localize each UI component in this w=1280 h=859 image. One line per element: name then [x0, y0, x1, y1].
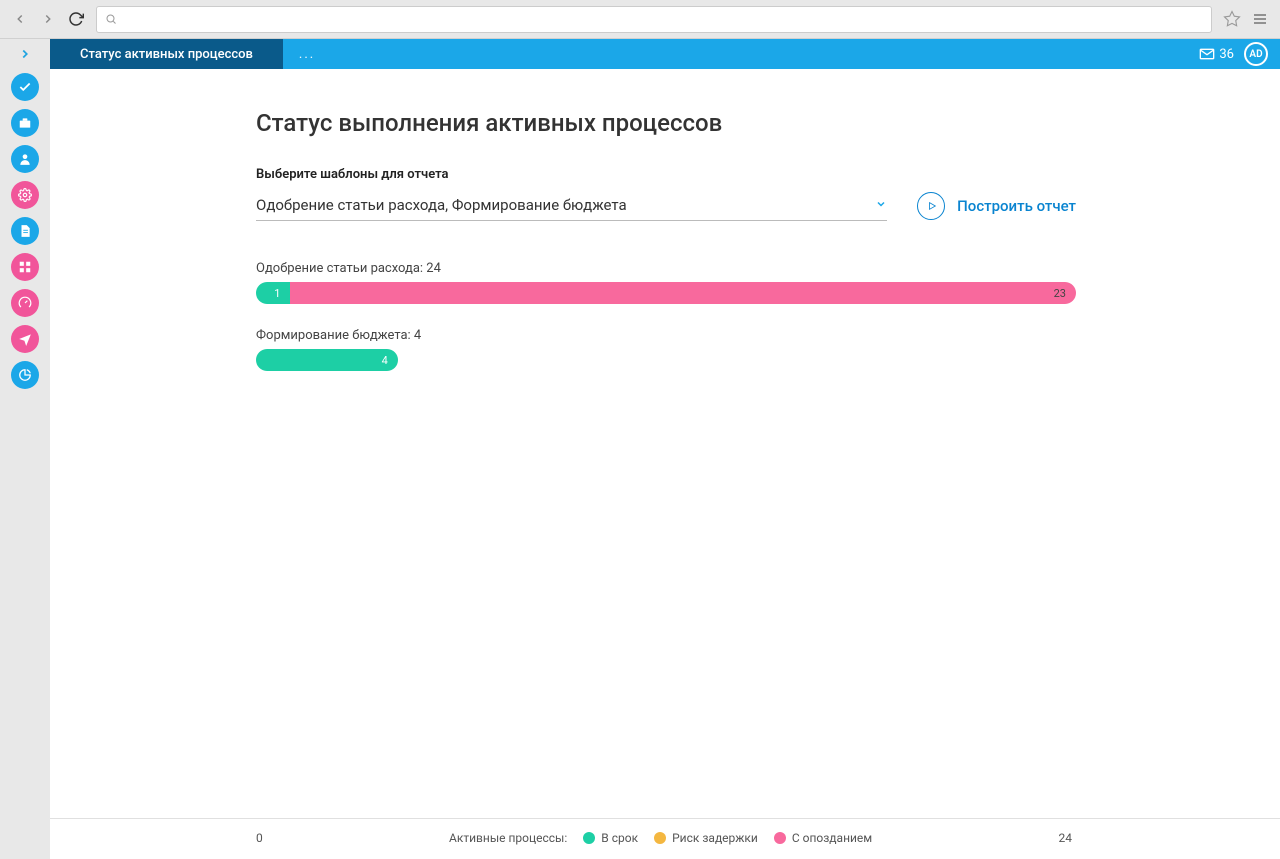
process-block: Одобрение статьи расхода: 24 123 [256, 261, 1076, 304]
sidebar-item-briefcase[interactable] [11, 109, 39, 137]
legend-item: С опозданием [774, 831, 872, 845]
star-button[interactable] [1220, 7, 1244, 31]
back-button[interactable] [8, 7, 32, 31]
sidebar [0, 39, 50, 859]
page-title: Статус выполнения активных процессов [256, 109, 1076, 137]
reload-button[interactable] [64, 7, 88, 31]
legend-dot [774, 832, 786, 844]
legend-dot [654, 832, 666, 844]
mail-icon [1199, 46, 1215, 62]
menu-button[interactable] [1248, 7, 1272, 31]
axis-max: 24 [1059, 831, 1073, 845]
build-report-button[interactable]: Построить отчет [917, 192, 1076, 220]
legend-label: Риск задержки [672, 831, 758, 845]
build-label: Построить отчет [957, 197, 1076, 215]
legend-title: Активные процессы: [449, 831, 567, 845]
sidebar-item-gauge[interactable] [11, 289, 39, 317]
main: Статус выполнения активных процессов Выб… [50, 69, 1280, 859]
legend-dot [583, 832, 595, 844]
play-icon [917, 192, 945, 220]
bar-segment: 1 [256, 282, 290, 304]
process-bar: 123 [256, 282, 1076, 304]
url-bar[interactable] [96, 6, 1212, 33]
sidebar-expand[interactable] [0, 39, 50, 69]
axis-min: 0 [256, 831, 263, 845]
bar-segment: 23 [290, 282, 1076, 304]
topbar: Статус активных процессов ... 36 AD [50, 39, 1280, 69]
forward-button[interactable] [36, 7, 60, 31]
sidebar-item-grid[interactable] [11, 253, 39, 281]
search-icon [105, 10, 117, 29]
sidebar-item-gear[interactable] [11, 181, 39, 209]
tab-title: Статус активных процессов [80, 47, 253, 62]
legend: Активные процессы: В срок Риск задержки С … [263, 831, 1059, 845]
browser-chrome [0, 0, 1280, 39]
select-label: Выберите шаблоны для отчета [256, 167, 1076, 182]
process-block: Формирование бюджета: 4 4 [256, 328, 1076, 371]
mail-count: 36 [1219, 47, 1234, 62]
sidebar-item-send[interactable] [11, 325, 39, 353]
processes-list: Одобрение статьи расхода: 24 123 Формирова… [256, 261, 1076, 371]
sidebar-item-pie[interactable] [11, 361, 39, 389]
bar-segment: 4 [256, 349, 398, 371]
mail-button[interactable]: 36 [1189, 46, 1244, 62]
legend-label: С опозданием [792, 831, 872, 845]
legend-item: Риск задержки [654, 831, 758, 845]
inner: Статус выполнения активных процессов Выб… [256, 109, 1076, 395]
legend-item: В срок [583, 831, 638, 845]
control-row: Одобрение статьи расхода, Формирование б… [256, 190, 1076, 221]
template-select[interactable]: Одобрение статьи расхода, Формирование б… [256, 190, 887, 221]
tab-active[interactable]: Статус активных процессов [50, 39, 283, 69]
avatar[interactable]: AD [1244, 42, 1268, 66]
process-bar: 4 [256, 349, 398, 371]
sidebar-item-user[interactable] [11, 145, 39, 173]
select-value: Одобрение статьи расхода, Формирование б… [256, 196, 627, 214]
process-label: Одобрение статьи расхода: 24 [256, 261, 1076, 276]
legend-label: В срок [601, 831, 638, 845]
app-container: Статус активных процессов ... 36 AD Стат… [0, 39, 1280, 859]
sidebar-item-check[interactable] [11, 73, 39, 101]
process-label: Формирование бюджета: 4 [256, 328, 1076, 343]
sidebar-item-document[interactable] [11, 217, 39, 245]
content: Статус активных процессов ... 36 AD Стат… [50, 39, 1280, 859]
chart-footer: 0 Активные процессы: В срок Риск задержки… [50, 818, 1280, 859]
tab-more[interactable]: ... [283, 47, 331, 62]
chevron-down-icon [875, 198, 887, 213]
